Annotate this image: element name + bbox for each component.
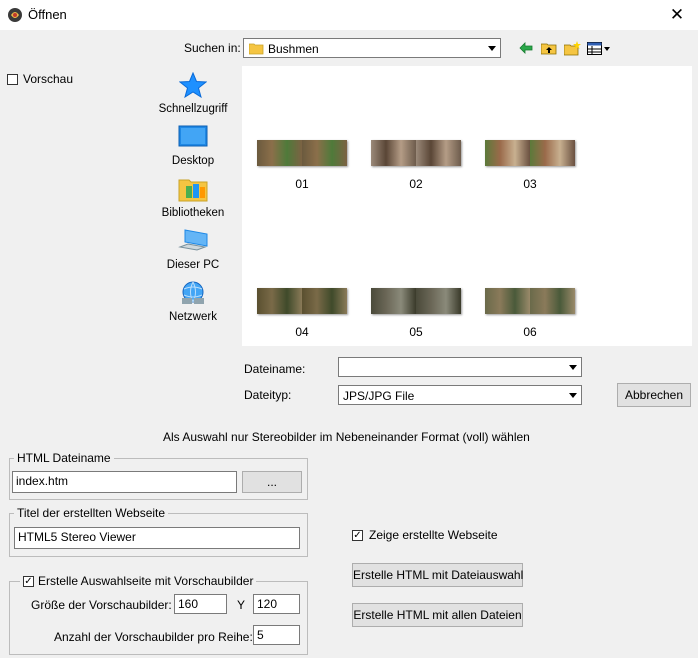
selection-hint: Als Auswahl nur Stereobilder im Nebenein… bbox=[163, 430, 530, 444]
view-menu-icon bbox=[587, 41, 610, 55]
html-filename-legend: HTML Dateiname bbox=[14, 451, 114, 465]
per-row-input[interactable]: 5 bbox=[253, 625, 300, 645]
show-page-checkbox[interactable]: ✓ Zeige erstellte Webseite bbox=[352, 528, 498, 542]
browse-button[interactable]: ... bbox=[242, 471, 302, 493]
file-item[interactable]: 01 bbox=[256, 140, 348, 191]
up-folder-icon bbox=[541, 43, 557, 55]
html-filename-input[interactable]: index.htm bbox=[12, 471, 237, 493]
cancel-button[interactable]: Abbrechen bbox=[617, 383, 691, 407]
filename-combo[interactable] bbox=[338, 357, 582, 377]
up-folder-button[interactable] bbox=[539, 38, 559, 58]
filename-label: Dateiname: bbox=[244, 362, 306, 376]
view-menu-button[interactable] bbox=[586, 38, 612, 58]
thumb-size-label: Größe der Vorschaubilder: X bbox=[31, 598, 184, 612]
thumbnail-legend: Erstelle Auswahlseite mit Vorschaubilder bbox=[38, 574, 254, 588]
desktop-icon bbox=[178, 125, 208, 147]
show-page-label: Zeige erstellte Webseite bbox=[369, 528, 498, 542]
close-icon: ✕ bbox=[669, 5, 685, 24]
file-name: 03 bbox=[523, 177, 537, 191]
new-folder-icon bbox=[563, 40, 581, 55]
filetype-label: Dateityp: bbox=[244, 388, 292, 402]
chevron-down-icon[interactable] bbox=[565, 359, 580, 375]
window-title: Öffnen bbox=[28, 7, 67, 22]
title-bar: Öffnen ✕ bbox=[0, 0, 698, 30]
place-network[interactable]: Netzwerk bbox=[158, 280, 228, 323]
file-name: 05 bbox=[409, 325, 423, 339]
lookin-combo[interactable]: Bushmen bbox=[243, 38, 501, 58]
chevron-down-icon bbox=[484, 40, 499, 56]
thumbnail-group-checkbox[interactable]: ✓ Erstelle Auswahlseite mit Vorschaubild… bbox=[20, 574, 257, 588]
star-icon bbox=[178, 71, 208, 99]
file-name: 02 bbox=[409, 177, 423, 191]
file-thumbnail bbox=[257, 140, 347, 166]
create-html-all-button[interactable]: Erstelle HTML mit allen Dateien bbox=[352, 603, 523, 627]
file-item[interactable]: 04 bbox=[256, 288, 348, 339]
place-desktop[interactable]: Desktop bbox=[158, 124, 228, 167]
file-thumbnail bbox=[485, 288, 575, 314]
filetype-combo[interactable]: JPS/JPG File bbox=[338, 385, 582, 405]
file-thumbnail bbox=[371, 140, 461, 166]
libraries-icon bbox=[178, 179, 208, 202]
file-name: 01 bbox=[295, 177, 309, 191]
file-name: 04 bbox=[295, 325, 309, 339]
file-item[interactable]: 02 bbox=[370, 140, 462, 191]
file-item[interactable]: 06 bbox=[484, 288, 576, 339]
app-icon bbox=[6, 6, 24, 24]
page-title-input[interactable]: HTML5 Stereo Viewer bbox=[14, 527, 300, 549]
file-name: 06 bbox=[523, 325, 537, 339]
place-label: Desktop bbox=[171, 155, 215, 167]
per-row-label: Anzahl der Vorschaubilder pro Reihe: bbox=[54, 630, 253, 644]
lookin-value: Bushmen bbox=[268, 42, 319, 56]
thumb-y-input[interactable]: 120 bbox=[253, 594, 300, 614]
file-thumbnail bbox=[485, 140, 575, 166]
new-folder-button[interactable] bbox=[562, 38, 582, 58]
place-label: Bibliotheken bbox=[161, 207, 225, 219]
computer-icon bbox=[178, 229, 208, 251]
show-page-check-box[interactable]: ✓ bbox=[352, 529, 363, 541]
back-arrow-icon bbox=[519, 42, 533, 54]
place-this-pc[interactable]: Dieser PC bbox=[158, 228, 228, 271]
thumb-x-input[interactable]: 160 bbox=[174, 594, 227, 614]
place-label: Netzwerk bbox=[169, 311, 217, 323]
create-html-selection-button[interactable]: Erstelle HTML mit Dateiauswahl bbox=[352, 563, 523, 587]
preview-check-box[interactable] bbox=[7, 73, 18, 85]
place-label: Schnellzugriff bbox=[158, 103, 228, 115]
network-icon bbox=[182, 281, 204, 304]
file-thumbnail bbox=[257, 288, 347, 314]
folder-icon bbox=[248, 42, 264, 58]
place-libraries[interactable]: Bibliotheken bbox=[158, 176, 228, 219]
thumb-y-label: Y bbox=[237, 598, 246, 612]
chevron-down-icon[interactable] bbox=[565, 387, 580, 403]
file-item[interactable]: 05 bbox=[370, 288, 462, 339]
page-title-legend: Titel der erstellten Webseite bbox=[14, 506, 169, 520]
place-quick-access[interactable]: Schnellzugriff bbox=[158, 71, 228, 115]
filetype-value: JPS/JPG File bbox=[343, 389, 415, 403]
file-thumbnail bbox=[371, 288, 461, 314]
preview-label: Vorschau bbox=[23, 72, 74, 86]
thumbnail-check-box[interactable]: ✓ bbox=[23, 575, 34, 587]
close-button[interactable]: ✕ bbox=[664, 4, 690, 26]
lookin-label: Suchen in: bbox=[184, 41, 241, 55]
place-label: Dieser PC bbox=[166, 259, 220, 271]
back-button[interactable] bbox=[516, 38, 536, 58]
preview-checkbox[interactable]: Vorschau bbox=[7, 72, 73, 86]
file-item[interactable]: 03 bbox=[484, 140, 576, 191]
file-list[interactable]: 01 02 03 04 05 06 bbox=[242, 66, 692, 346]
